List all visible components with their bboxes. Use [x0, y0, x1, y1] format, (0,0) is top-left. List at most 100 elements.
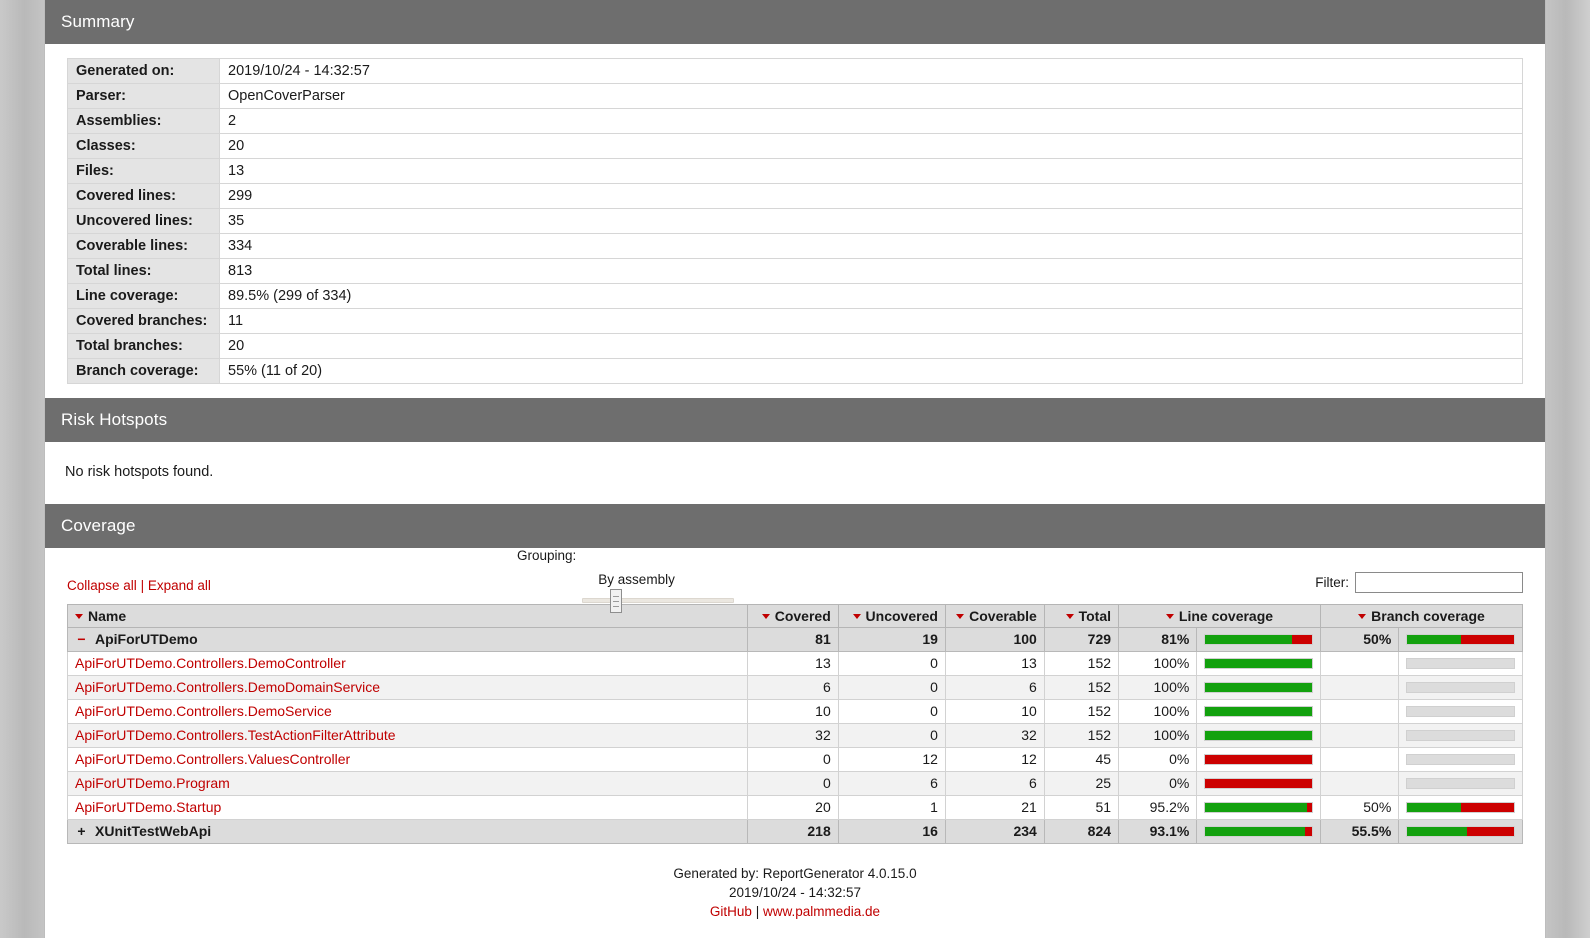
coverage-bar-covered [1205, 731, 1312, 740]
coverage-bar-covered [1205, 635, 1292, 644]
line-coverage-bar-cell [1196, 699, 1321, 724]
coverage-bar-uncovered [1304, 827, 1312, 836]
coverage-bar-uncovered [1460, 803, 1514, 812]
line-coverage-bar-cell [1196, 651, 1321, 676]
coverage-bar [1204, 634, 1313, 645]
coverable-cell: 32 [944, 723, 1045, 748]
coverage-bar [1204, 658, 1313, 669]
expand-all-link[interactable]: Expand all [148, 578, 211, 593]
assembly-name: ApiForUTDemo [95, 631, 198, 647]
covered-cell: 13 [747, 651, 839, 676]
coverable-cell: 12 [944, 747, 1045, 772]
class-link[interactable]: ApiForUTDemo.Program [75, 775, 230, 791]
left-gutter [0, 0, 45, 938]
class-link[interactable]: ApiForUTDemo.Controllers.DemoController [75, 655, 346, 671]
summary-key: Classes: [67, 133, 220, 159]
summary-row: Files: 13 [67, 158, 1523, 184]
uncovered-cell: 0 [837, 723, 946, 748]
total-cell: 51 [1043, 795, 1120, 820]
column-header-name[interactable]: Name [66, 604, 749, 628]
coverage-bar [1406, 754, 1515, 765]
coverage-bar-uncovered [1460, 635, 1514, 644]
class-row[interactable]: ApiForUTDemo.Controllers.DemoController 1… [66, 651, 1523, 676]
class-row[interactable]: ApiForUTDemo.Controllers.DemoService 10 0 1… [66, 699, 1523, 724]
coverage-bar-uncovered [1466, 827, 1514, 836]
summary-row: Uncovered lines: 35 [67, 208, 1523, 234]
class-row[interactable]: ApiForUTDemo.Startup 20 1 21 51 95.2% 50% [66, 795, 1523, 820]
class-row[interactable]: ApiForUTDemo.Controllers.ValuesControlle… [66, 747, 1523, 772]
class-row[interactable]: ApiForUTDemo.Program 0 6 6 25 0% [66, 771, 1523, 796]
branch-coverage-bar-cell [1398, 795, 1523, 820]
coverage-bar [1406, 730, 1515, 741]
column-header-label: Name [88, 608, 127, 624]
uncovered-cell: 16 [837, 819, 946, 844]
grouping-value-label: By assembly [598, 572, 675, 587]
coverage-bar-uncovered [1205, 755, 1312, 764]
summary-section-header: Summary [45, 0, 1545, 44]
class-row[interactable]: ApiForUTDemo.Controllers.DemoDomainServi… [66, 675, 1523, 700]
branch-coverage-percent [1319, 771, 1400, 796]
class-link[interactable]: ApiForUTDemo.Controllers.DemoDomainServi… [75, 679, 380, 695]
coverage-bar [1204, 826, 1313, 837]
summary-row: Assemblies: 2 [67, 108, 1523, 134]
collapse-all-link[interactable]: Collapse all [67, 578, 137, 593]
column-header-line-coverage[interactable]: Line coverage [1118, 604, 1321, 628]
branch-coverage-bar-cell [1398, 675, 1523, 700]
summary-row: Parser: OpenCoverParser [67, 83, 1523, 109]
coverable-cell: 100 [944, 627, 1045, 652]
summary-value: 35 [219, 208, 1523, 234]
uncovered-cell: 0 [837, 699, 946, 724]
github-link[interactable]: GitHub [710, 904, 752, 919]
summary-row: Total lines: 813 [67, 258, 1523, 284]
coverage-bar-covered [1407, 635, 1461, 644]
summary-key: Files: [67, 158, 220, 184]
footer-links: GitHub | www.palmmedia.de [67, 902, 1523, 921]
website-link[interactable]: www.palmmedia.de [763, 904, 880, 919]
collapse-icon[interactable]: − [75, 631, 88, 648]
line-coverage-percent: 100% [1118, 675, 1198, 700]
assembly-row[interactable]: + XUnitTestWebApi 218 16 234 824 93.1% 55.5% [66, 819, 1523, 844]
uncovered-cell: 1 [837, 795, 946, 820]
filter-input[interactable] [1355, 572, 1523, 593]
uncovered-cell: 0 [837, 675, 946, 700]
coverage-bar-covered [1205, 659, 1312, 668]
summary-row: Branch coverage: 55% (11 of 20) [67, 358, 1523, 384]
sort-arrow-icon [1065, 613, 1074, 619]
expand-icon[interactable]: + [75, 823, 88, 840]
column-header-covered[interactable]: Covered [747, 604, 839, 628]
column-header-label: Covered [774, 608, 831, 624]
coverage-section-body: Collapse all | Expand all Grouping: By a… [45, 548, 1545, 921]
sort-arrow-icon [761, 613, 770, 619]
summary-value: 299 [219, 183, 1523, 209]
column-header-uncovered[interactable]: Uncovered [837, 604, 946, 628]
column-header-coverable[interactable]: Coverable [944, 604, 1045, 628]
class-row[interactable]: ApiForUTDemo.Controllers.TestActionFilte… [66, 723, 1523, 748]
covered-cell: 20 [747, 795, 839, 820]
summary-value: 13 [219, 158, 1523, 184]
branch-coverage-bar-cell [1398, 723, 1523, 748]
assembly-name: XUnitTestWebApi [95, 823, 212, 839]
class-link[interactable]: ApiForUTDemo.Controllers.TestActionFilte… [75, 727, 396, 743]
report-content: Summary Generated on: 2019/10/24 - 14:32:… [45, 0, 1545, 938]
summary-value: 20 [219, 133, 1523, 159]
coverable-cell: 6 [944, 675, 1045, 700]
branch-coverage-bar-cell [1398, 819, 1523, 844]
grouping-slider-track[interactable] [582, 598, 735, 603]
class-link[interactable]: ApiForUTDemo.Controllers.ValuesControlle… [75, 751, 350, 767]
total-cell: 152 [1043, 651, 1120, 676]
assembly-row[interactable]: − ApiForUTDemo 81 19 100 729 81% 50% [66, 627, 1523, 652]
class-link[interactable]: ApiForUTDemo.Controllers.DemoService [75, 703, 332, 719]
line-coverage-bar-cell [1196, 819, 1321, 844]
column-header-label: Branch coverage [1371, 608, 1485, 624]
coverable-cell: 234 [944, 819, 1045, 844]
class-link[interactable]: ApiForUTDemo.Startup [75, 799, 221, 815]
column-header-total[interactable]: Total [1043, 604, 1120, 628]
summary-key: Total lines: [67, 258, 220, 284]
summary-value: 89.5% (299 of 334) [219, 283, 1523, 309]
grouping-slider-handle[interactable] [609, 589, 622, 613]
summary-row: Classes: 20 [67, 133, 1523, 159]
row-name-cell: + XUnitTestWebApi [66, 819, 749, 844]
column-header-branch-coverage[interactable]: Branch coverage [1319, 604, 1524, 628]
line-coverage-bar-cell [1196, 627, 1321, 652]
coverage-bar [1204, 706, 1313, 717]
